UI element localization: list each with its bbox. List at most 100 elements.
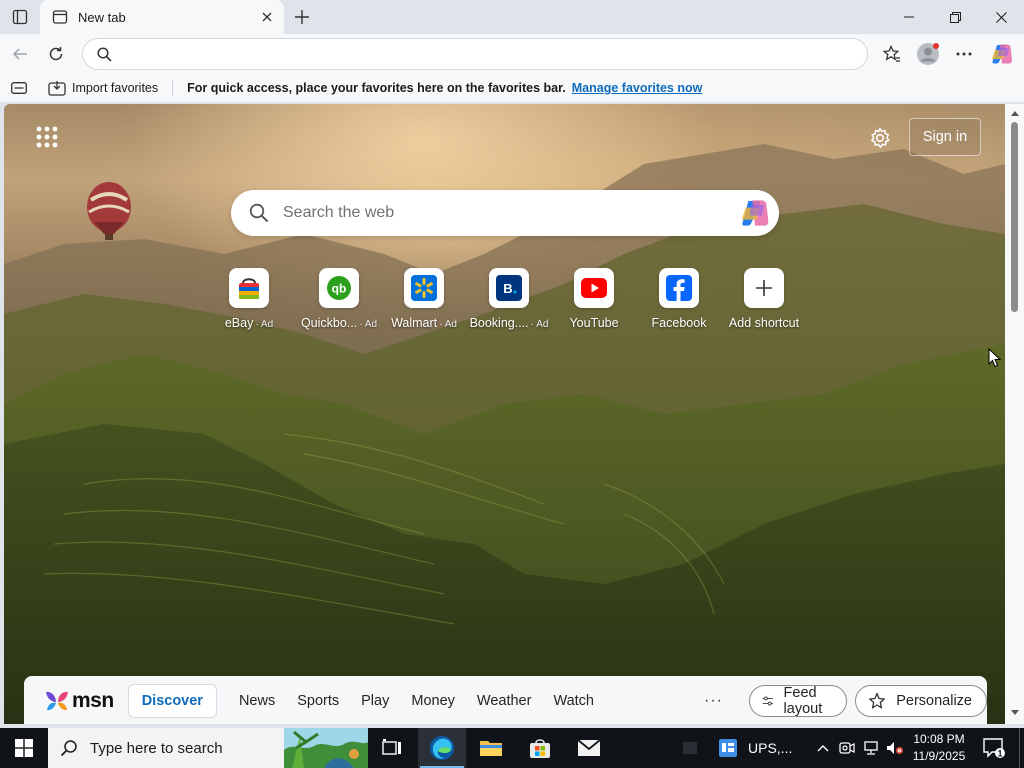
shortcut-booking[interactable]: B Booking.... · Ad [466, 268, 552, 330]
msn-logo[interactable]: msn [44, 689, 114, 713]
tab-actions-icon [12, 9, 28, 25]
msn-feed-bar: msn Discover News Sports Play Money Weat… [24, 676, 987, 724]
mouse-cursor-icon [988, 348, 1002, 368]
taskbar-ups-app[interactable]: UPS,... [718, 728, 808, 768]
tab-actions-button[interactable] [8, 5, 32, 29]
taskbar-search-box[interactable]: Type here to search [48, 728, 368, 768]
show-desktop-button[interactable] [1019, 728, 1024, 768]
hide-favorites-bar-button[interactable] [10, 79, 28, 97]
profile-button[interactable] [913, 40, 943, 68]
app-launcher-button[interactable] [36, 126, 60, 150]
notification-count: 1 [997, 749, 1002, 759]
ebay-bag-icon [229, 268, 269, 308]
scrollbar-thumb[interactable] [1011, 122, 1018, 312]
scroll-up-button[interactable] [1010, 108, 1020, 118]
favorites-button[interactable] [877, 40, 907, 68]
taskbar-clock[interactable]: 10:08 PM 11/9/2025 [906, 731, 972, 765]
tab-close-button[interactable] [256, 6, 278, 28]
add-shortcut-button[interactable]: Add shortcut [721, 268, 807, 330]
tab-new-tab[interactable]: New tab [40, 0, 284, 34]
taskbar-store-button[interactable] [516, 728, 564, 768]
msn-wordmark: msn [72, 689, 114, 712]
web-search-input[interactable] [283, 204, 739, 222]
plus-icon [295, 10, 309, 24]
back-arrow-icon [12, 48, 27, 60]
shortcut-youtube[interactable]: YouTube [551, 268, 637, 330]
manage-favorites-link[interactable]: Manage favorites now [572, 81, 703, 95]
sign-in-button[interactable]: Sign in [909, 118, 981, 156]
star-list-icon [883, 45, 900, 62]
shortcut-walmart[interactable]: Walmart · Ad [381, 268, 467, 330]
tray-meet-button[interactable] [836, 728, 858, 768]
tab-play[interactable]: Play [361, 693, 389, 709]
restore-button[interactable] [932, 0, 978, 34]
shortcut-ebay[interactable]: eBay · Ad [206, 268, 292, 330]
shortcut-quickbooks[interactable]: qb Quickbo... · Ad [296, 268, 382, 330]
tab-sports[interactable]: Sports [297, 693, 339, 709]
feed-layout-button[interactable]: Feed layout [748, 685, 848, 717]
import-favorites-button[interactable]: Import favorites [48, 80, 158, 96]
tab-money[interactable]: Money [411, 693, 455, 709]
page-scrollbar[interactable] [1005, 104, 1024, 724]
taskbar-hidden-app-button[interactable] [666, 728, 714, 768]
ups-app-label: UPS,... [748, 740, 793, 756]
refresh-button[interactable] [42, 40, 70, 68]
start-button[interactable] [0, 728, 48, 768]
settings-and-more-button[interactable] [949, 40, 979, 68]
copilot-icon[interactable] [739, 197, 771, 229]
favorites-bar: Import favorites For quick access, place… [0, 74, 1024, 102]
minimize-button[interactable] [886, 0, 932, 34]
taskbar-edge-button[interactable] [418, 728, 466, 768]
tab-watch[interactable]: Watch [553, 693, 594, 709]
tray-network-button[interactable] [860, 728, 882, 768]
taskbar-file-explorer-button[interactable] [467, 728, 515, 768]
close-icon [262, 12, 272, 22]
clock-date: 11/9/2025 [912, 749, 966, 763]
clock-time: 10:08 PM [913, 732, 965, 746]
scroll-down-button[interactable] [1010, 708, 1020, 718]
new-tab-page: Sign in eBay· Ad qb Quickbo...· Ad [4, 104, 1005, 724]
minimize-icon [904, 16, 914, 18]
shortcut-facebook[interactable]: Facebook [636, 268, 722, 330]
task-view-button[interactable] [368, 728, 416, 768]
show-hidden-icons-button[interactable] [814, 728, 832, 768]
taskbar-search-placeholder: Type here to search [90, 739, 223, 757]
more-tabs-button[interactable]: ··· [704, 692, 723, 710]
chevron-up-icon [817, 745, 829, 752]
more-dots-icon [956, 52, 972, 56]
svg-text:B: B [503, 281, 512, 296]
back-button[interactable] [6, 40, 34, 68]
favorites-bar-icon [11, 82, 27, 94]
caret-up-icon [1011, 111, 1019, 116]
tray-volume-button[interactable] [884, 728, 906, 768]
copilot-button[interactable] [987, 40, 1017, 68]
action-center-button[interactable]: 1 [978, 728, 1010, 768]
walmart-spark-icon [404, 268, 444, 308]
address-input[interactable] [120, 39, 867, 69]
page-settings-button[interactable] [866, 124, 894, 152]
quickbooks-icon: qb [319, 268, 359, 308]
close-window-button[interactable] [978, 0, 1024, 34]
windows-taskbar: Type here to search UPS,... 10:08 PM 11/… [0, 728, 1024, 768]
shortcut-label: Add shortcut [728, 316, 800, 330]
edge-icon [430, 736, 454, 760]
new-tab-button[interactable] [290, 5, 314, 29]
search-icon [97, 46, 112, 62]
gear-icon [871, 127, 890, 148]
web-search-box[interactable] [231, 190, 779, 236]
shortcut-label: Walmart [391, 316, 438, 330]
windows-logo-icon [15, 739, 33, 757]
address-bar[interactable] [82, 38, 868, 70]
tab-weather[interactable]: Weather [477, 693, 532, 709]
network-icon [864, 741, 878, 755]
ad-badge: · Ad [439, 319, 457, 330]
personalize-button[interactable]: Personalize [855, 685, 987, 717]
refresh-icon [49, 47, 63, 61]
tab-news[interactable]: News [239, 693, 275, 709]
import-icon [48, 81, 66, 96]
tab-discover[interactable]: Discover [127, 684, 217, 718]
task-view-icon [382, 739, 401, 755]
close-icon [995, 11, 1007, 23]
taskbar-mail-button[interactable] [565, 728, 613, 768]
caret-down-icon [1011, 710, 1019, 715]
